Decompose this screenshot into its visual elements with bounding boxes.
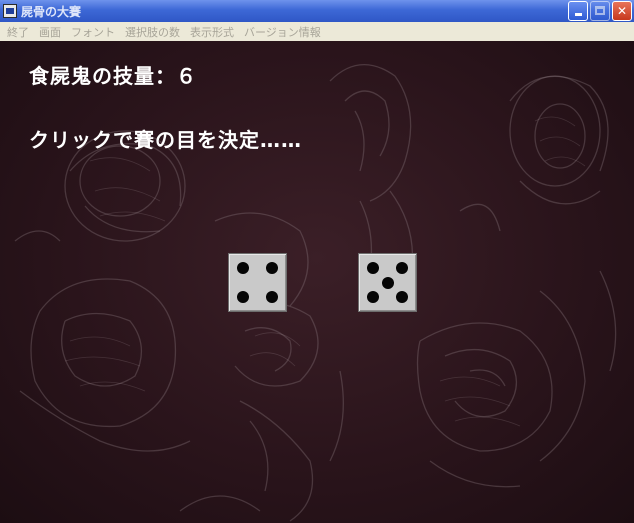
background-artwork [14, 63, 617, 522]
skill-level-text: 食屍鬼の技量：６ [29, 64, 197, 88]
menu-choice-count[interactable]: 選択肢の数 [120, 24, 185, 40]
menu-version-info[interactable]: バージョン情報 [239, 24, 326, 40]
die-pip [395, 262, 408, 275]
app-icon[interactable] [3, 4, 17, 18]
window-title: 屍骨の大賽 [21, 4, 82, 19]
close-icon: ✕ [616, 4, 628, 18]
die-right[interactable] [358, 253, 417, 312]
die-left[interactable] [228, 253, 287, 312]
game-canvas[interactable]: 食屍鬼の技量：６ クリックで賽の目を決定…… [0, 41, 634, 523]
die-pip [395, 290, 408, 303]
window-controls: ✕ [568, 1, 632, 21]
maximize-button[interactable] [590, 1, 610, 21]
minimize-button[interactable] [568, 1, 588, 21]
menu-bar: 終了 画面 フォント 選択肢の数 表示形式 バージョン情報 [0, 22, 634, 41]
die-pip [367, 290, 380, 303]
click-prompt-text: クリックで賽の目を決定…… [29, 128, 302, 152]
die-pip [367, 262, 380, 275]
die-pip [265, 262, 278, 275]
die-pip [237, 262, 250, 275]
menu-font[interactable]: フォント [66, 24, 120, 40]
menu-quit[interactable]: 終了 [2, 24, 34, 40]
menu-display-format[interactable]: 表示形式 [185, 24, 239, 40]
die-pip [381, 276, 394, 289]
die-pip [237, 290, 250, 303]
menu-screen[interactable]: 画面 [34, 24, 66, 40]
title-bar[interactable]: 屍骨の大賽 ✕ [0, 0, 634, 22]
maximize-icon [595, 6, 605, 15]
die-pip [265, 290, 278, 303]
minimize-icon [574, 13, 582, 16]
close-button[interactable]: ✕ [612, 1, 632, 21]
